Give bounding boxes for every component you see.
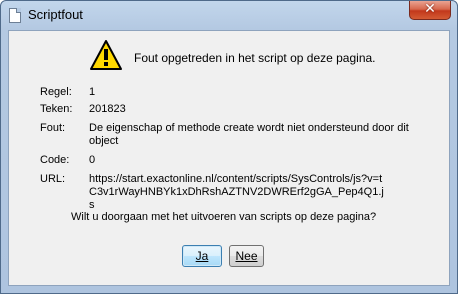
error-message: Fout opgetreden in het script op deze pa… — [134, 51, 376, 65]
no-button-label: Nee — [235, 249, 258, 263]
yes-button-label: Ja — [195, 249, 209, 263]
document-icon — [9, 8, 21, 23]
url-value: https://start.exactonline.nl/content/scr… — [89, 173, 384, 211]
window-title: Scriptfout — [28, 7, 83, 22]
error-value: De eigenschap of methode create wordt ni… — [89, 122, 409, 147]
line-value: 1 — [89, 86, 96, 98]
char-label: Teken: — [40, 103, 73, 115]
dialog-body: Fout opgetreden in het script op deze pa… — [8, 30, 450, 286]
no-button[interactable]: Nee — [229, 245, 264, 267]
error-label: Fout: — [40, 122, 66, 134]
yes-button[interactable]: Ja — [182, 245, 222, 267]
continue-question: Wilt u doorgaan met het uitvoeren van sc… — [71, 211, 377, 223]
line-label: Regel: — [40, 86, 72, 98]
code-value: 0 — [89, 154, 96, 166]
close-icon: ✕ — [424, 1, 436, 17]
warning-icon — [90, 40, 122, 70]
close-button[interactable]: ✕ — [409, 1, 451, 20]
char-value: 201823 — [89, 103, 126, 115]
code-label: Code: — [40, 154, 70, 166]
title-bar[interactable]: Scriptfout ✕ — [1, 1, 457, 31]
url-label: URL: — [40, 173, 66, 185]
dialog-window: Scriptfout ✕ Fout opgetreden in het scri… — [0, 0, 458, 294]
